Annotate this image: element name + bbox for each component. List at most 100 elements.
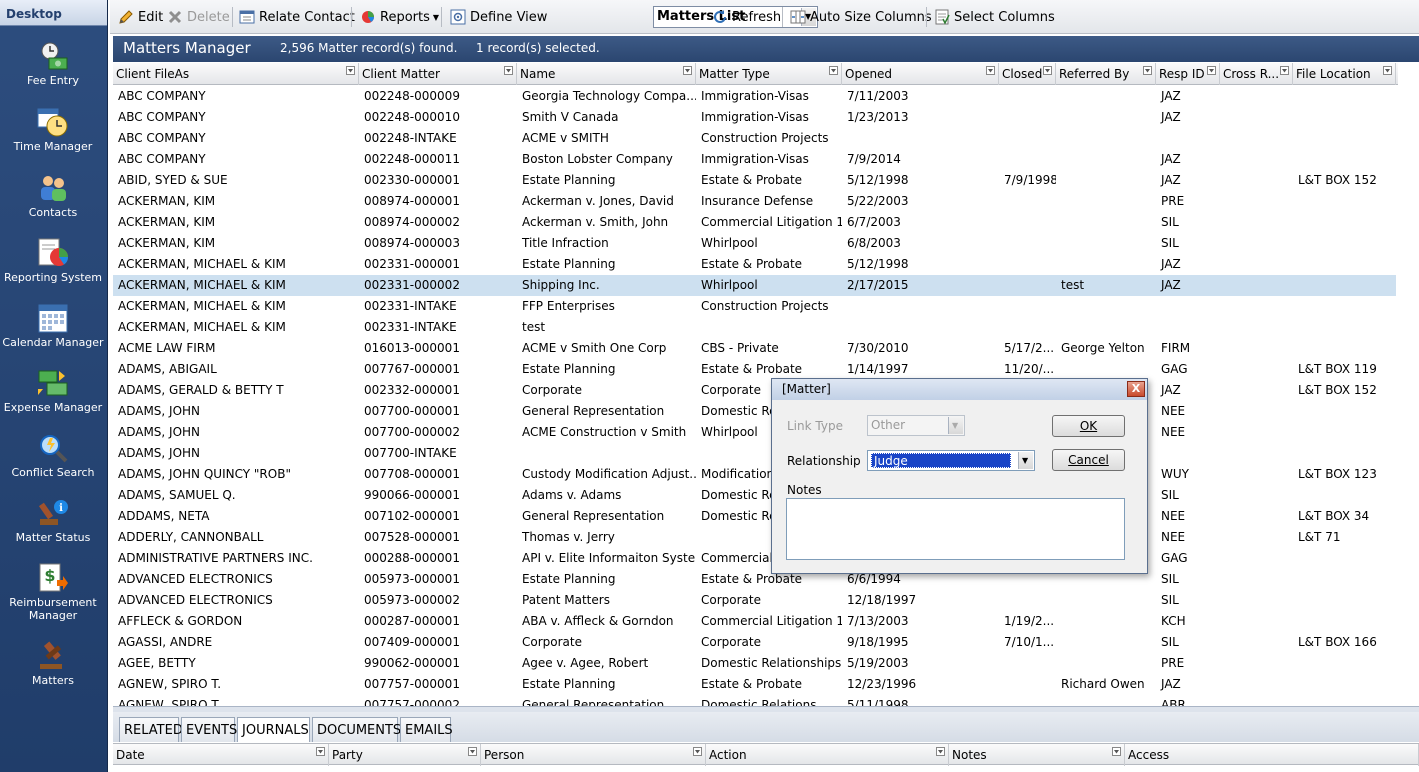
journal-column-header[interactable]: Date	[113, 744, 329, 766]
table-row[interactable]: AGASSI, ANDRE 007409-000001 Corporate Corpo…	[113, 632, 1396, 653]
table-cell: NEE	[1161, 530, 1186, 544]
column-header[interactable]: Cross R...	[1220, 63, 1293, 85]
filter-icon[interactable]	[316, 747, 325, 756]
table-row[interactable]: ACKERMAN, MICHAEL & KIM 002331-INTAKE FFP …	[113, 296, 1396, 317]
table-row[interactable]: ACME LAW FIRM 016013-000001 ACME v Smith O…	[113, 338, 1396, 359]
table-row[interactable]: ACKERMAN, MICHAEL & KIM 002331-000002 Ship…	[113, 275, 1396, 296]
table-row[interactable]: ABC COMPANY 002248-000009 Georgia Technolo…	[113, 86, 1396, 107]
auto-size-columns-button[interactable]: Auto Size Columns	[790, 7, 932, 27]
tab-emails[interactable]: EMAILS	[400, 717, 453, 742]
table-row[interactable]: ABC COMPANY 002248-000010 Smith V Canada Im…	[113, 107, 1396, 128]
table-cell: 7/30/2010	[847, 341, 909, 355]
sidebar-item-expense-manager[interactable]: Expense Manager	[0, 367, 106, 414]
cancel-button[interactable]: Cancel	[1052, 449, 1125, 471]
close-button[interactable]: X	[1127, 381, 1145, 397]
filter-icon[interactable]	[936, 747, 945, 756]
edit-button[interactable]: Edit	[118, 7, 163, 27]
table-cell	[1156, 296, 1220, 317]
link-type-dropdown[interactable]: ▼	[948, 417, 963, 434]
table-row[interactable]: ABID, SYED & SUE 002330-000001 Estate Plan…	[113, 170, 1396, 191]
table-cell	[1220, 359, 1293, 380]
sidebar-item-contacts[interactable]: Contacts	[0, 172, 106, 219]
journal-column-header[interactable]: Notes	[949, 744, 1125, 766]
table-row[interactable]: ADAMS, ABIGAIL 007767-000001 Estate Planni…	[113, 359, 1396, 380]
sidebar-item-conflict-search[interactable]: Conflict Search	[0, 432, 106, 479]
table-row[interactable]: ACKERMAN, KIM 008974-000001 Ackerman v. Jo…	[113, 191, 1396, 212]
sidebar-item-fee-entry[interactable]: Fee Entry	[0, 40, 106, 87]
column-header[interactable]: Opened	[842, 63, 999, 85]
table-row[interactable]: ACKERMAN, KIM 008974-000003 Title Infracti…	[113, 233, 1396, 254]
sidebar-item-reporting-system[interactable]: Reporting System	[0, 237, 106, 284]
tab-related[interactable]: RELATED	[119, 717, 183, 742]
filter-icon[interactable]	[986, 66, 995, 75]
sidebar-item-reimbursement-manager[interactable]: $ Reimbursement Manager	[0, 562, 106, 622]
filter-icon[interactable]	[1112, 747, 1121, 756]
filter-icon[interactable]	[468, 747, 477, 756]
sidebar-item-matter-status[interactable]: i Matter Status	[0, 497, 106, 544]
table-row[interactable]: ACKERMAN, KIM 008974-000002 Ackerman v. Sm…	[113, 212, 1396, 233]
sidebar-item-calendar-manager[interactable]: Calendar Manager	[0, 302, 106, 349]
table-row[interactable]: ACKERMAN, MICHAEL & KIM 002331-INTAKE test	[113, 317, 1396, 338]
filter-icon[interactable]	[1043, 66, 1052, 75]
link-type-select[interactable]: Other ▼	[867, 415, 965, 436]
filter-icon[interactable]	[829, 66, 838, 75]
tab-events[interactable]: EVENTS	[181, 717, 237, 742]
filter-icon[interactable]	[1143, 66, 1152, 75]
filter-icon[interactable]	[1207, 66, 1216, 75]
reports-button[interactable]: Reports ▼	[360, 7, 439, 27]
table-row[interactable]: ADVANCED ELECTRONICS 005973-000001 Estate …	[113, 569, 1396, 590]
table-row[interactable]: ADVANCED ELECTRONICS 005973-000002 Patent …	[113, 590, 1396, 611]
table-cell: Estate Planning	[522, 677, 616, 691]
relationship-dropdown[interactable]: ▼	[1018, 452, 1033, 469]
table-row[interactable]: ADDERLY, CANNONBALL 007528-000001 Thomas v…	[113, 527, 1396, 548]
relate-contact-button[interactable]: Relate Contact	[239, 7, 355, 27]
column-header[interactable]: Referred By	[1056, 63, 1156, 85]
table-row[interactable]: ADAMS, GERALD & BETTY T 002332-000001 Corp…	[113, 380, 1396, 401]
filter-icon[interactable]	[504, 66, 513, 75]
column-header[interactable]: Name	[517, 63, 696, 85]
journal-column-header[interactable]: Person	[481, 744, 706, 766]
refresh-button[interactable]: Refresh	[712, 7, 781, 27]
table-row[interactable]: ADAMS, JOHN 007700-000001 General Represen…	[113, 401, 1396, 422]
select-columns-button[interactable]: Select Columns	[934, 7, 1055, 27]
column-header[interactable]: Matter Type	[696, 63, 842, 85]
column-header[interactable]: Client FileAs	[113, 63, 359, 85]
column-header[interactable]: Client Matter	[359, 63, 517, 85]
sort-filter-icon[interactable]	[346, 66, 355, 75]
journal-column-header[interactable]: Access	[1125, 744, 1419, 766]
ok-button[interactable]: OK	[1052, 415, 1125, 437]
sidebar-item-matters[interactable]: Matters	[0, 640, 106, 687]
table-row[interactable]: ACKERMAN, MICHAEL & KIM 002331-000001 Esta…	[113, 254, 1396, 275]
filter-icon[interactable]	[1280, 66, 1289, 75]
tab-documents[interactable]: DOCUMENTS	[312, 717, 401, 742]
filter-icon[interactable]	[683, 66, 692, 75]
define-view-button[interactable]: Define View	[450, 7, 547, 27]
journal-column-header[interactable]: Party	[329, 744, 481, 766]
table-row[interactable]: AGNEW, SPIRO T. 007757-000001 Estate Plann…	[113, 674, 1396, 695]
table-row[interactable]: AFFLECK & GORDON 000287-000001 ABA v. Affl…	[113, 611, 1396, 632]
table-row[interactable]: AGEE, BETTY 990062-000001 Agee v. Agee, Ro…	[113, 653, 1396, 674]
sidebar-item-time-manager[interactable]: Time Manager	[0, 106, 106, 153]
table-cell: ABC COMPANY	[118, 89, 206, 103]
table-row[interactable]: ABC COMPANY 002248-INTAKE ACME v SMITH Cons…	[113, 128, 1396, 149]
column-header[interactable]: Resp ID	[1156, 63, 1220, 85]
tab-journals[interactable]: JOURNALS	[237, 717, 310, 742]
table-row[interactable]: ADMINISTRATIVE PARTNERS INC. 000288-00000…	[113, 548, 1396, 569]
delete-button[interactable]: Delete	[167, 7, 230, 27]
filter-icon[interactable]	[693, 747, 702, 756]
notes-textarea[interactable]	[786, 498, 1125, 560]
filter-icon[interactable]	[1383, 66, 1392, 75]
table-cell: 7/11/2003	[847, 89, 909, 103]
table-row[interactable]: ADAMS, JOHN 007700-INTAKE	[113, 443, 1396, 464]
column-header[interactable]: File Location	[1293, 63, 1396, 85]
journal-column-header[interactable]: Action	[706, 744, 949, 766]
table-cell: Estate & Probate	[701, 257, 803, 271]
table-row[interactable]: ADAMS, SAMUEL Q. 990066-000001 Adams v. Ad…	[113, 485, 1396, 506]
table-row[interactable]: ABC COMPANY 002248-000011 Boston Lobster C…	[113, 149, 1396, 170]
relationship-select[interactable]: Judge ▼	[867, 450, 1035, 471]
table-row[interactable]: ADDAMS, NETA 007102-000001 General Represe…	[113, 506, 1396, 527]
table-row[interactable]: AGNEW, SPIRO T. 007757-000002 General Repr…	[113, 695, 1396, 706]
column-header[interactable]: Closed	[999, 63, 1056, 85]
table-row[interactable]: ADAMS, JOHN QUINCY "ROB" 007708-000001 Cus…	[113, 464, 1396, 485]
table-row[interactable]: ADAMS, JOHN 007700-000002 ACME Constructio…	[113, 422, 1396, 443]
